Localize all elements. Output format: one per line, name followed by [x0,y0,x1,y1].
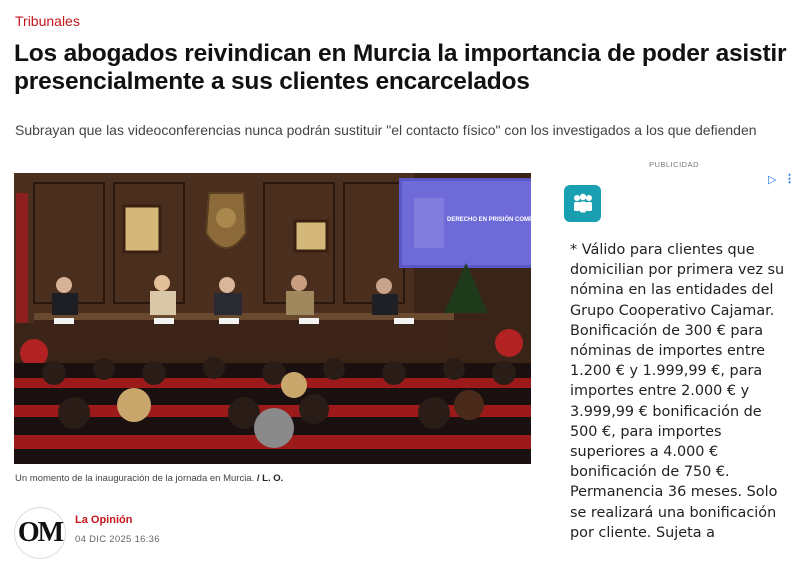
caption-text: Un momento de la inauguración de la jorn… [15,473,255,484]
ad-body-text[interactable]: * Válido para clientes que domicilian po… [570,240,790,573]
adchoices-icon[interactable]: ▷ [768,173,776,186]
article-photo[interactable]: DERECHO EN PRISIÓN COMPROMISO Y ACC [14,173,531,464]
author-link[interactable]: La Opinión [75,514,132,526]
kebab-menu-icon[interactable]: ⋮ [784,172,795,185]
screen-title: DERECHO EN PRISIÓN COMPROMISO Y ACC [447,215,531,223]
people-group-icon[interactable] [564,185,601,222]
section-tag[interactable]: Tribunales [15,13,80,29]
caption-credit: / L. O. [256,473,284,484]
subtitle: Subrayan que las videoconferencias nunca… [15,122,757,138]
photo-caption: Un momento de la inauguración de la jorn… [15,473,283,484]
publisher-logo[interactable]: OM [14,507,66,559]
publish-date: 04 DIC 2025 16:36 [75,534,160,545]
logo-text: OM [17,517,64,548]
headline: Los abogados reivindican en Murcia la im… [14,40,787,95]
ad-label: PUBLICIDAD [649,160,700,169]
